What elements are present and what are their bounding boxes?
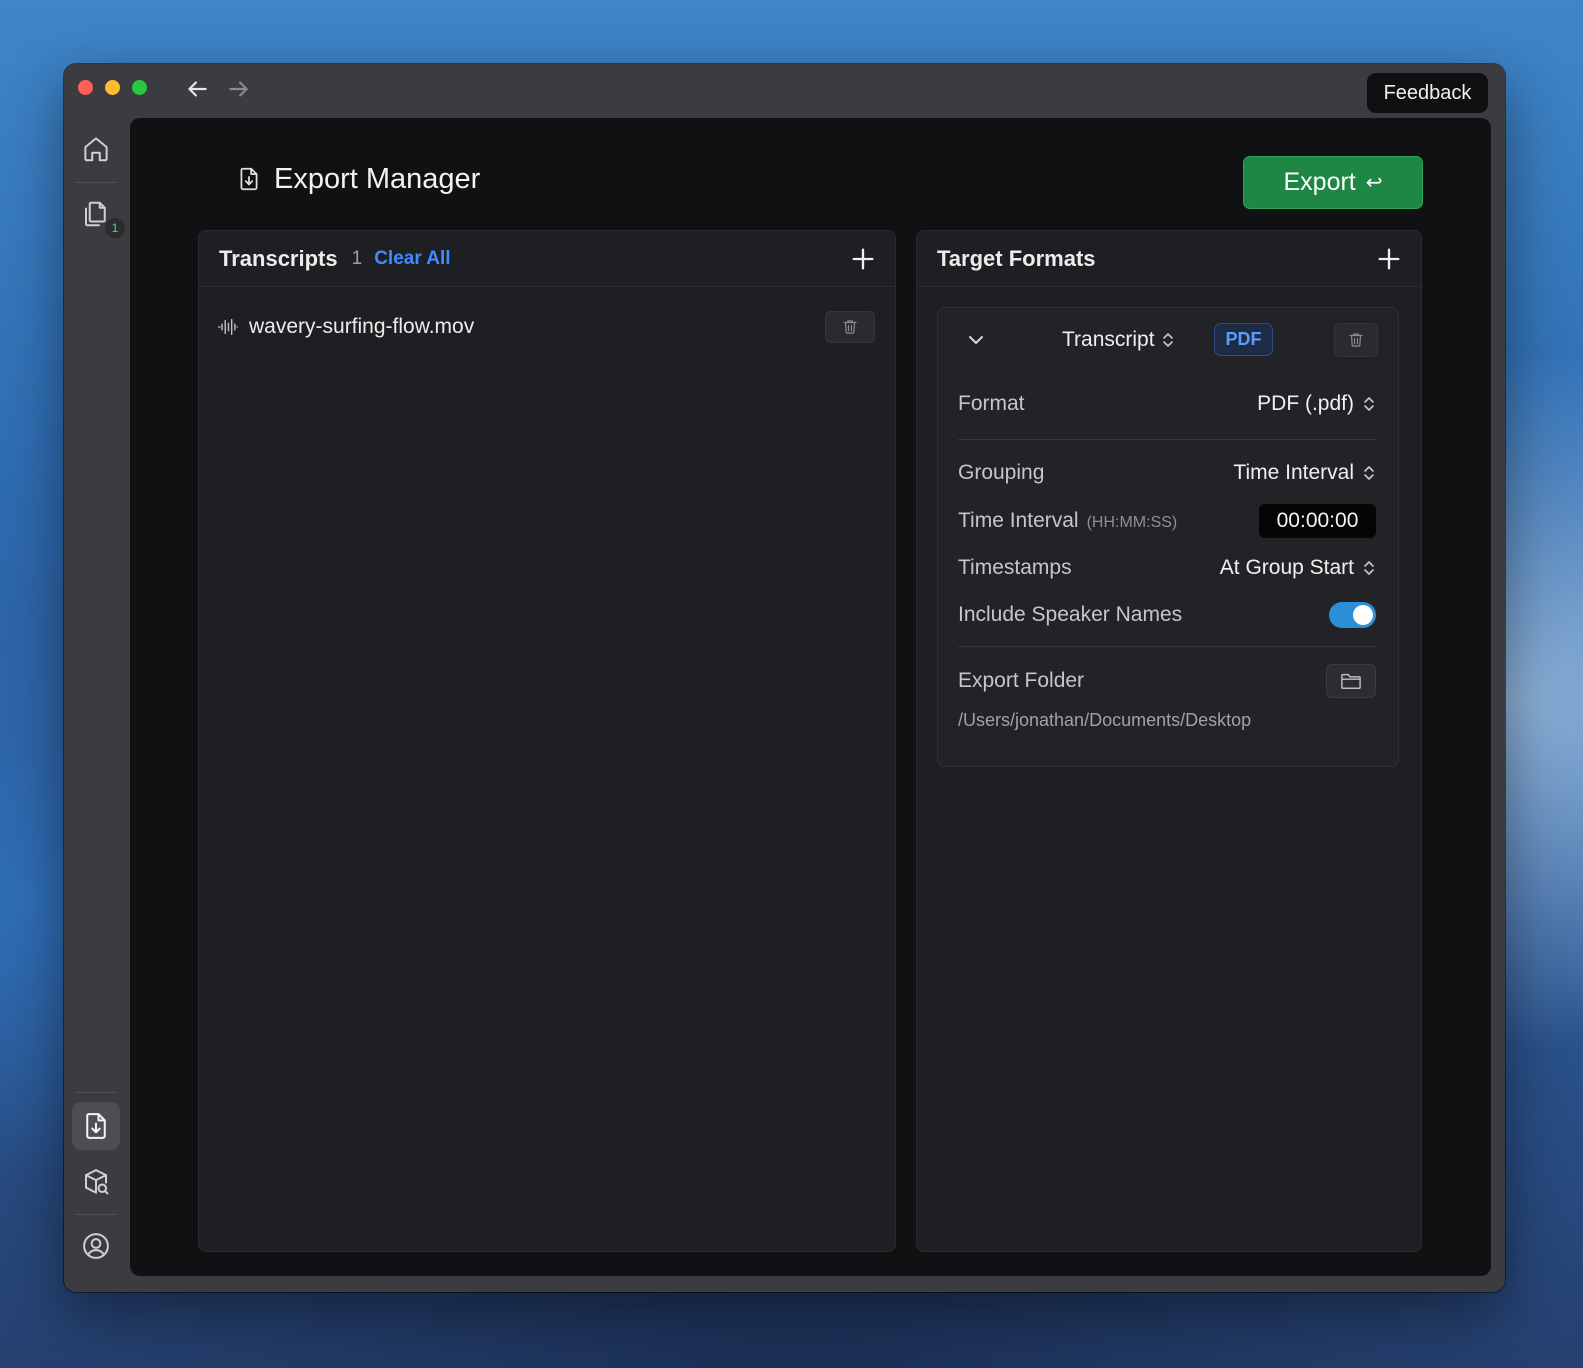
format-value: PDF (.pdf): [1257, 392, 1354, 415]
chevron-down-icon[interactable]: [964, 328, 988, 352]
forward-arrow-icon[interactable]: [226, 76, 252, 102]
list-item[interactable]: wavery-surfing-flow.mov: [217, 307, 875, 347]
sidebar-item-account[interactable]: [72, 1222, 120, 1270]
export-button-label: Export: [1283, 168, 1356, 196]
export-folder-row: Export Folder: [958, 663, 1376, 699]
timestamps-row: Timestamps At Group Start: [958, 552, 1376, 584]
page-title-text: Export Manager: [274, 162, 481, 195]
target-formats-panel: Target Formats Transcript PDF Format PDF…: [916, 230, 1422, 1252]
divider: [958, 439, 1376, 440]
back-arrow-icon[interactable]: [184, 76, 210, 102]
transcripts-title: Transcripts: [219, 245, 338, 271]
updown-chevron-icon: [1364, 561, 1374, 575]
choose-folder-button[interactable]: [1326, 664, 1376, 698]
main-content: Export Manager Export ↩ Transcripts 1 Cl…: [130, 118, 1491, 1276]
speaker-names-toggle[interactable]: [1329, 602, 1376, 628]
transcripts-header: Transcripts 1 Clear All: [199, 231, 895, 287]
format-label: Format: [958, 392, 1025, 415]
time-interval-label: Time Interval: [958, 509, 1079, 532]
format-badge: PDF: [1214, 323, 1273, 356]
transcripts-count: 1: [351, 247, 363, 269]
page-title: Export Manager: [236, 162, 480, 196]
waveform-icon: [217, 316, 239, 338]
export-button[interactable]: Export ↩: [1243, 156, 1423, 209]
plus-icon: [1378, 248, 1400, 270]
sidebar-divider: [76, 182, 116, 183]
speaker-names-row: Include Speaker Names: [958, 599, 1376, 631]
grouping-label: Grouping: [958, 461, 1045, 484]
updown-chevron-icon: [1162, 333, 1173, 347]
format-select[interactable]: PDF (.pdf): [1257, 392, 1376, 416]
target-formats-header: Target Formats: [917, 231, 1421, 287]
sidebar-item-transcripts[interactable]: 1: [72, 190, 125, 238]
target-formats-title: Target Formats: [937, 245, 1096, 271]
feedback-button[interactable]: Feedback: [1367, 73, 1488, 113]
export-folder-path: /Users/jonathan/Documents/Desktop: [958, 710, 1252, 730]
grouping-row: Grouping Time Interval: [958, 457, 1376, 489]
grouping-value: Time Interval: [1233, 461, 1354, 484]
export-folder-label: Export Folder: [958, 669, 1085, 692]
home-icon: [84, 137, 108, 162]
minimize-window-button[interactable]: [105, 80, 120, 95]
format-card-header: Transcript PDF: [938, 322, 1398, 358]
sidebar-divider: [76, 1214, 116, 1215]
grouping-select[interactable]: Time Interval: [1233, 461, 1376, 485]
clear-all-link[interactable]: Clear All: [374, 248, 450, 270]
trash-icon: [843, 320, 857, 334]
remove-file-button[interactable]: [825, 311, 875, 343]
package-search-icon: [85, 1169, 109, 1195]
user-circle-icon: [83, 1233, 109, 1259]
updown-chevron-icon: [1364, 397, 1374, 411]
sidebar-item-export-manager[interactable]: [72, 1102, 120, 1150]
add-transcript-button[interactable]: [849, 245, 877, 273]
file-name: wavery-surfing-flow.mov: [249, 315, 475, 338]
updown-chevron-icon: [1364, 466, 1374, 480]
format-card: Transcript PDF Format PDF (.pdf) Groupin…: [937, 307, 1399, 767]
time-interval-row: Time Interval (HH:MM:SS) 00:00:00: [958, 504, 1376, 538]
export-icon: [240, 167, 258, 191]
time-interval-label-group: Time Interval (HH:MM:SS): [958, 509, 1177, 533]
template-value: Transcript: [1062, 328, 1155, 351]
format-row: Format PDF (.pdf): [958, 388, 1376, 420]
transcripts-count-badge: 1: [105, 218, 125, 238]
timestamps-select[interactable]: At Group Start: [1220, 556, 1376, 580]
add-format-button[interactable]: [1375, 245, 1403, 273]
transcripts-panel: Transcripts 1 Clear All wavery-surfing-f…: [198, 230, 896, 1252]
template-select[interactable]: Transcript: [1062, 325, 1175, 355]
export-icon: [86, 1113, 106, 1139]
sidebar-divider: [76, 1092, 116, 1093]
timestamps-value: At Group Start: [1219, 556, 1354, 579]
plus-icon: [852, 248, 874, 270]
app-window: Feedback 1 Export Manager Export ↩ Trans…: [64, 64, 1505, 1292]
return-key-icon: ↩: [1365, 172, 1383, 194]
folder-icon: [1341, 673, 1361, 689]
zoom-window-button[interactable]: [132, 80, 147, 95]
toggle-knob: [1353, 605, 1373, 625]
sidebar-item-home[interactable]: [72, 125, 120, 173]
remove-format-button[interactable]: [1334, 323, 1378, 357]
trash-icon: [1349, 333, 1363, 347]
timestamps-label: Timestamps: [958, 556, 1072, 579]
sidebar-item-models[interactable]: [72, 1158, 120, 1206]
time-interval-hint: (HH:MM:SS): [1086, 514, 1178, 531]
close-window-button[interactable]: [78, 80, 93, 95]
time-interval-input[interactable]: 00:00:00: [1259, 504, 1376, 538]
speaker-names-label: Include Speaker Names: [958, 603, 1183, 626]
divider: [958, 646, 1376, 647]
